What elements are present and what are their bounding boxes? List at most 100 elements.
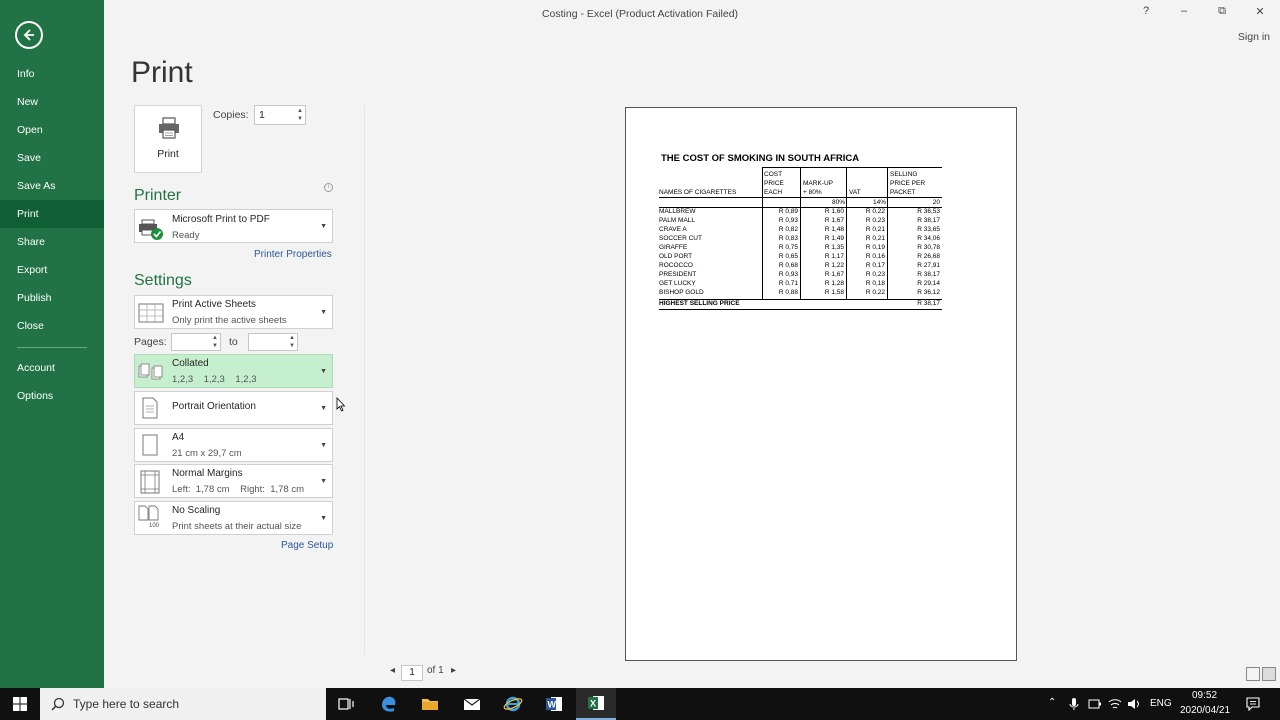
printer-dropdown[interactable]: Microsoft Print to PDF Ready ▼ bbox=[134, 209, 333, 243]
page-number-input[interactable]: 1 bbox=[401, 665, 423, 681]
wifi-icon[interactable] bbox=[1108, 697, 1122, 711]
header-cost-2: PRICE bbox=[764, 180, 784, 187]
highest-label: HIGHEST SELLING PRICE bbox=[659, 300, 740, 307]
volume-icon[interactable] bbox=[1127, 697, 1141, 711]
file-explorer-icon[interactable] bbox=[410, 688, 450, 720]
table-cell-name: CRAVE A bbox=[659, 226, 687, 233]
prev-page-icon[interactable]: ◂ bbox=[390, 665, 395, 676]
sidebar-item-export[interactable]: Export bbox=[0, 256, 104, 284]
sidebar-item-options[interactable]: Options bbox=[0, 382, 104, 410]
sidebar-item-print[interactable]: Print bbox=[0, 200, 104, 228]
internet-explorer-icon[interactable] bbox=[493, 688, 533, 720]
spin-up-icon[interactable]: ▲ bbox=[212, 335, 218, 342]
copies-label: Copies: bbox=[213, 109, 249, 121]
paper-size-dropdown[interactable]: A4 21 cm x 29,7 cm ▼ bbox=[134, 428, 333, 462]
task-view-icon[interactable] bbox=[326, 688, 366, 720]
svg-text:W: W bbox=[548, 700, 557, 710]
header-selling-3: PACKET bbox=[890, 189, 916, 196]
orientation-dropdown[interactable]: Portrait Orientation ▼ bbox=[134, 391, 333, 425]
paper-size-sub: 21 cm x 29,7 cm bbox=[172, 448, 242, 459]
table-cell-name: GIRAFFE bbox=[659, 244, 688, 251]
sidebar-item-info[interactable]: Info bbox=[0, 60, 104, 88]
sidebar-item-open[interactable]: Open bbox=[0, 116, 104, 144]
clock-date[interactable]: 2020/04/21 bbox=[1180, 705, 1230, 716]
notifications-icon[interactable] bbox=[1246, 697, 1260, 711]
show-margins-icon[interactable] bbox=[1246, 667, 1260, 681]
report-table: NAMES OF CIGARETTES COST PRICE EACH MARK… bbox=[659, 166, 942, 310]
table-cell-name: GET LUCKY bbox=[659, 280, 696, 287]
spin-up-icon[interactable]: ▲ bbox=[297, 108, 303, 115]
windows-start-icon[interactable] bbox=[0, 688, 40, 720]
table-cell-selling: R 36,53 bbox=[917, 208, 940, 215]
margins-dropdown[interactable]: Normal Margins Left: 1,78 cm Right: 1,78… bbox=[134, 464, 333, 498]
battery-icon[interactable] bbox=[1088, 699, 1102, 709]
sidebar-item-save[interactable]: Save bbox=[0, 144, 104, 172]
header-markup-1: MARK-UP bbox=[803, 180, 833, 187]
chevron-down-icon: ▼ bbox=[320, 309, 327, 316]
sidebar-item-publish[interactable]: Publish bbox=[0, 284, 104, 312]
sign-in-link[interactable]: Sign in bbox=[1238, 31, 1270, 43]
header-names: NAMES OF CIGARETTES bbox=[659, 189, 737, 196]
spin-down-icon[interactable]: ▼ bbox=[289, 343, 295, 350]
scaling-icon-text: 100 bbox=[149, 523, 160, 529]
sidebar-item-share[interactable]: Share bbox=[0, 228, 104, 256]
word-app-icon[interactable]: W bbox=[534, 688, 574, 720]
language-indicator[interactable]: ENG bbox=[1150, 698, 1172, 709]
close-window-button[interactable]: ✕ bbox=[1250, 5, 1270, 18]
pages-to-input[interactable]: ▲ ▼ bbox=[248, 333, 298, 351]
table-cell-vat: R 0,23 bbox=[865, 271, 885, 278]
minimize-button[interactable]: – bbox=[1174, 5, 1194, 17]
table-cell-name: ROCOCCO bbox=[659, 262, 693, 269]
microphone-icon[interactable] bbox=[1069, 697, 1079, 711]
excel-app-icon[interactable]: X bbox=[576, 688, 616, 720]
sidebar-item-new[interactable]: New bbox=[0, 88, 104, 116]
header-selling-2: PRICE PER bbox=[890, 180, 926, 187]
next-page-icon[interactable]: ▸ bbox=[451, 665, 456, 676]
sidebar-item-save-as[interactable]: Save As bbox=[0, 172, 104, 200]
printer-properties-link[interactable]: Printer Properties bbox=[254, 249, 332, 260]
copies-stepper[interactable]: 1 ▲ ▼ bbox=[254, 105, 306, 125]
print-what-dropdown[interactable]: Print Active Sheets Only print the activ… bbox=[134, 295, 333, 329]
table-cell-cost: R 0,83 bbox=[778, 235, 798, 242]
table-cell-selling: R 36,12 bbox=[917, 289, 940, 296]
margins-main: Normal Margins bbox=[172, 468, 243, 479]
table-cell-cost: R 0,88 bbox=[778, 289, 798, 296]
collation-dropdown[interactable]: Collated 1,2,3 1,2,3 1,2,3 ▼ bbox=[134, 354, 333, 388]
table-cell-vat: R 0,22 bbox=[865, 289, 885, 296]
page-setup-link[interactable]: Page Setup bbox=[281, 540, 333, 551]
table-cell-markup: R 1,60 bbox=[824, 208, 844, 215]
spin-down-icon[interactable]: ▼ bbox=[212, 343, 218, 350]
mail-icon[interactable] bbox=[452, 688, 492, 720]
paper-size-main: A4 bbox=[172, 432, 185, 443]
clock-time[interactable]: 09:52 bbox=[1192, 690, 1217, 701]
back-arrow-icon[interactable] bbox=[15, 21, 43, 49]
pages-from-input[interactable]: ▲ ▼ bbox=[171, 333, 221, 351]
edge-browser-icon[interactable] bbox=[369, 688, 409, 720]
collation-main: Collated bbox=[172, 358, 209, 369]
table-cell-markup: R 1,28 bbox=[824, 280, 844, 287]
restore-button[interactable]: ⧉ bbox=[1212, 5, 1232, 18]
table-cell-selling: R 26,68 bbox=[917, 253, 940, 260]
tray-chevron-icon[interactable]: ⌃ bbox=[1048, 697, 1056, 708]
table-cell-cost: R 0,65 bbox=[778, 253, 798, 260]
pages-to-label: to bbox=[229, 336, 238, 348]
taskbar-search-box[interactable]: Type here to search bbox=[40, 688, 326, 720]
info-icon[interactable]: i bbox=[324, 183, 333, 192]
table-cell-vat: R 0,22 bbox=[865, 208, 885, 215]
table-cell-markup: R 1,22 bbox=[824, 262, 844, 269]
print-button[interactable]: Print bbox=[134, 105, 202, 173]
header-markup-2: + 80% bbox=[803, 189, 822, 196]
scaling-dropdown[interactable]: 100 No Scaling Print sheets at their act… bbox=[134, 501, 333, 535]
scaling-sub: Print sheets at their actual size bbox=[172, 521, 302, 532]
spin-up-icon[interactable]: ▲ bbox=[289, 335, 295, 342]
sidebar-item-account[interactable]: Account bbox=[0, 354, 104, 382]
spin-down-icon[interactable]: ▼ bbox=[297, 116, 303, 123]
header-cost-3: EACH bbox=[764, 189, 783, 196]
table-cell-vat: R 0,23 bbox=[865, 217, 885, 224]
window-title: Costing - Excel (Product Activation Fail… bbox=[541, 8, 739, 20]
sidebar-item-close[interactable]: Close bbox=[0, 312, 104, 340]
help-button[interactable]: ? bbox=[1136, 5, 1156, 17]
zoom-to-page-icon[interactable] bbox=[1262, 667, 1276, 681]
paper-size-icon bbox=[142, 434, 158, 456]
taskbar: Type here to search W X ⌃ ENG 09:52 2020… bbox=[0, 688, 1280, 720]
